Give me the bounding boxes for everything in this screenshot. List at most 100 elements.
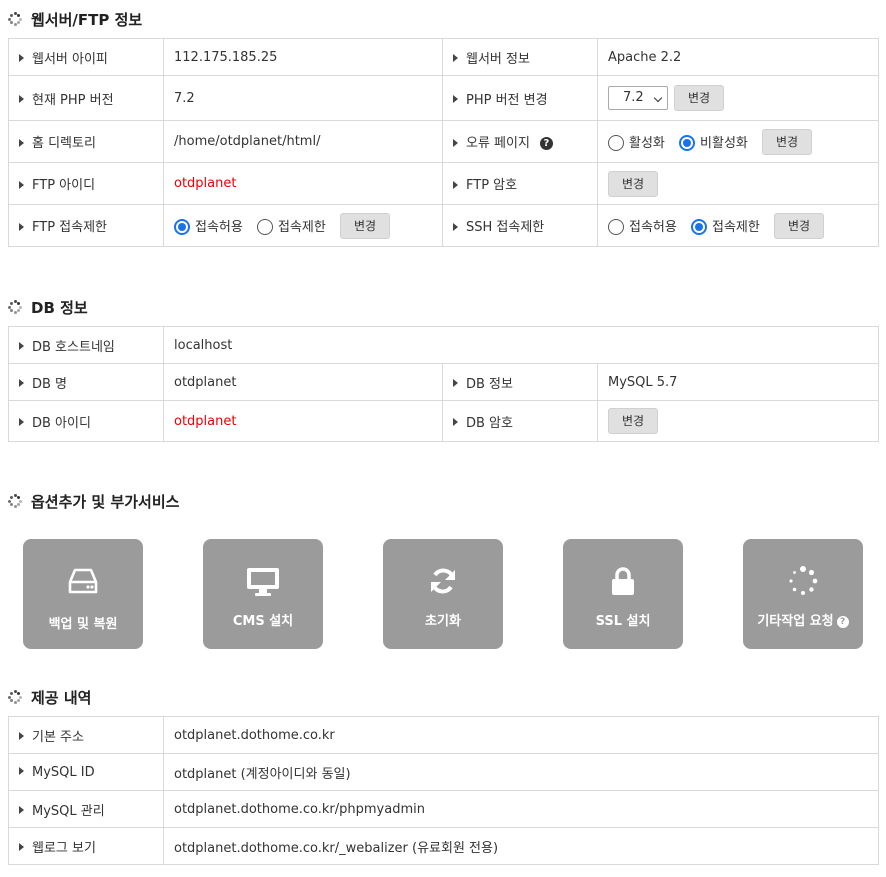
ftp-deny-radio[interactable]: 접속제한 [256,216,326,236]
spinner-dot [17,699,21,703]
spinner-dot [9,691,13,695]
table-row: MySQL 관리 otdplanet.dothome.co.kr/phpmyad… [8,790,879,828]
row-label: FTP 접속제한 [8,204,164,247]
radio-checked-icon [679,135,696,152]
row-label: 오류 페이지? [442,120,598,163]
spinner-dot [17,691,21,695]
reset-tile[interactable]: 초기화 [383,539,503,649]
section-title-provided: 제공 내역 [8,686,91,708]
spinner-dot [9,301,13,305]
web-ftp-table: 웹서버 아이피 112.175.185.25 웹서버 정보 Apache 2.2… [8,38,879,247]
spinner-dot [13,494,17,497]
caret-right-icon [19,342,24,350]
caret-right-icon [19,767,24,775]
caret-right-icon [19,95,24,103]
spinner-dot [19,695,22,699]
monitor-icon [203,565,323,597]
table-row: FTP 접속제한 접속허용 접속제한 변경 SSH 접속제한 접속허용 접속제한… [8,204,879,247]
caret-right-icon [453,379,458,387]
section-title-web: 웹서버/FTP 정보 [8,8,142,30]
error-page-off-radio[interactable]: 비활성화 [679,132,748,152]
spinner-dot [9,495,13,499]
table-row: 웹로그 보기 otdplanet.dothome.co.kr/_webalize… [8,827,879,865]
php-change-cell: 7.2 변경 [597,75,879,121]
backup-restore-tile[interactable]: 백업 및 복원 [23,539,143,649]
radio-checked-icon [174,219,190,236]
table-row: 홈 디렉토리 /home/otdplanet/html/ 오류 페이지? 활성화… [8,120,879,163]
table-row: 웹서버 아이피 112.175.185.25 웹서버 정보 Apache 2.2 [8,38,879,76]
hard-drive-icon [23,565,143,597]
radio-icon [608,135,624,152]
spinner-dot [17,301,21,305]
other-request-tile[interactable]: 기타작업 요청? [743,539,863,649]
caret-right-icon [19,180,24,189]
row-label: MySQL ID [8,753,164,791]
ftp-id-value: otdplanet [163,162,443,205]
ssl-install-tile[interactable]: SSL 설치 [563,539,683,649]
row-label: 홈 디렉토리 [8,120,164,163]
db-pw-cell: 변경 [597,400,879,442]
row-label: DB 암호 [442,400,598,442]
php-version-select[interactable]: 7.2 [608,86,668,110]
spinner-dot [17,21,21,25]
loading-spinner-icon [8,300,22,314]
spinner-dot [17,13,21,17]
php-version-value: 7.2 [163,75,443,121]
table-row: 현재 PHP 버전 7.2 PHP 버전 변경 7.2 변경 [8,75,879,121]
section-title-db: DB 정보 [8,296,88,318]
spinner-dot [9,699,13,703]
error-page-change-button[interactable]: 변경 [762,128,813,155]
row-label: 웹서버 정보 [442,38,598,76]
caret-right-icon [19,138,24,147]
spinner-dot [17,309,21,313]
table-row: 기본 주소 otdplanet.dothome.co.kr [8,716,879,754]
caret-right-icon [19,418,24,426]
row-label: MySQL 관리 [8,790,164,828]
error-page-on-radio[interactable]: 활성화 [608,132,665,152]
ftp-allow-radio[interactable]: 접속허용 [174,216,243,236]
spinner-dot [19,499,22,503]
spinner-dot [13,311,17,314]
caret-right-icon [453,418,458,426]
php-change-button[interactable]: 변경 [674,85,725,111]
spinner-dot [9,21,13,25]
caret-right-icon [19,379,24,387]
ssh-deny-radio[interactable]: 접속제한 [690,216,760,236]
row-label: SSH 접속제한 [442,204,598,247]
ftp-limit-change-button[interactable]: 변경 [339,212,391,239]
spinner-dot [13,12,17,15]
db-info-value: MySQL 5.7 [597,363,879,401]
db-table: DB 호스트네임 localhost DB 명 otdplanet DB 정보 … [8,326,879,442]
section-title-options: 옵션추가 및 부가서비스 [8,490,179,512]
radio-icon [608,219,624,236]
table-row: DB 아이디 otdplanet DB 암호 변경 [8,400,879,442]
spinner-dot [19,305,22,309]
ssh-limit-change-button[interactable]: 변경 [773,212,825,239]
row-label: PHP 버전 변경 [442,75,598,121]
table-row: FTP 아이디 otdplanet FTP 암호 변경 [8,162,879,205]
help-icon[interactable]: ? [539,137,553,150]
ftp-pw-cell: 변경 [597,162,879,205]
row-label: 현재 PHP 버전 [8,75,164,121]
cms-install-tile[interactable]: CMS 설치 [203,539,323,649]
weblog-value: otdplanet.dothome.co.kr/_webalizer (유료회원… [163,827,879,865]
spinner-dot [13,701,17,704]
caret-right-icon [19,806,24,814]
ftp-pw-change-button[interactable]: 변경 [608,170,659,197]
db-host-value: localhost [163,326,879,364]
caret-right-icon [19,54,24,62]
row-label: 기본 주소 [8,716,164,754]
spinner-dot [13,690,17,693]
spinner-dot [13,505,17,508]
ssh-allow-radio[interactable]: 접속허용 [608,216,677,236]
help-icon[interactable]: ? [836,615,849,628]
row-label: 웹서버 아이피 [8,38,164,76]
row-label: FTP 아이디 [8,162,164,205]
mysql-admin-value: otdplanet.dothome.co.kr/phpmyadmin [163,790,879,828]
spinner-dot [9,13,13,17]
db-pw-change-button[interactable]: 변경 [608,408,659,434]
tile-label: 기타작업 요청 [757,614,834,629]
chevron-down-icon [653,93,663,103]
server-info-value: Apache 2.2 [597,38,879,76]
table-row: DB 호스트네임 localhost [8,326,879,364]
